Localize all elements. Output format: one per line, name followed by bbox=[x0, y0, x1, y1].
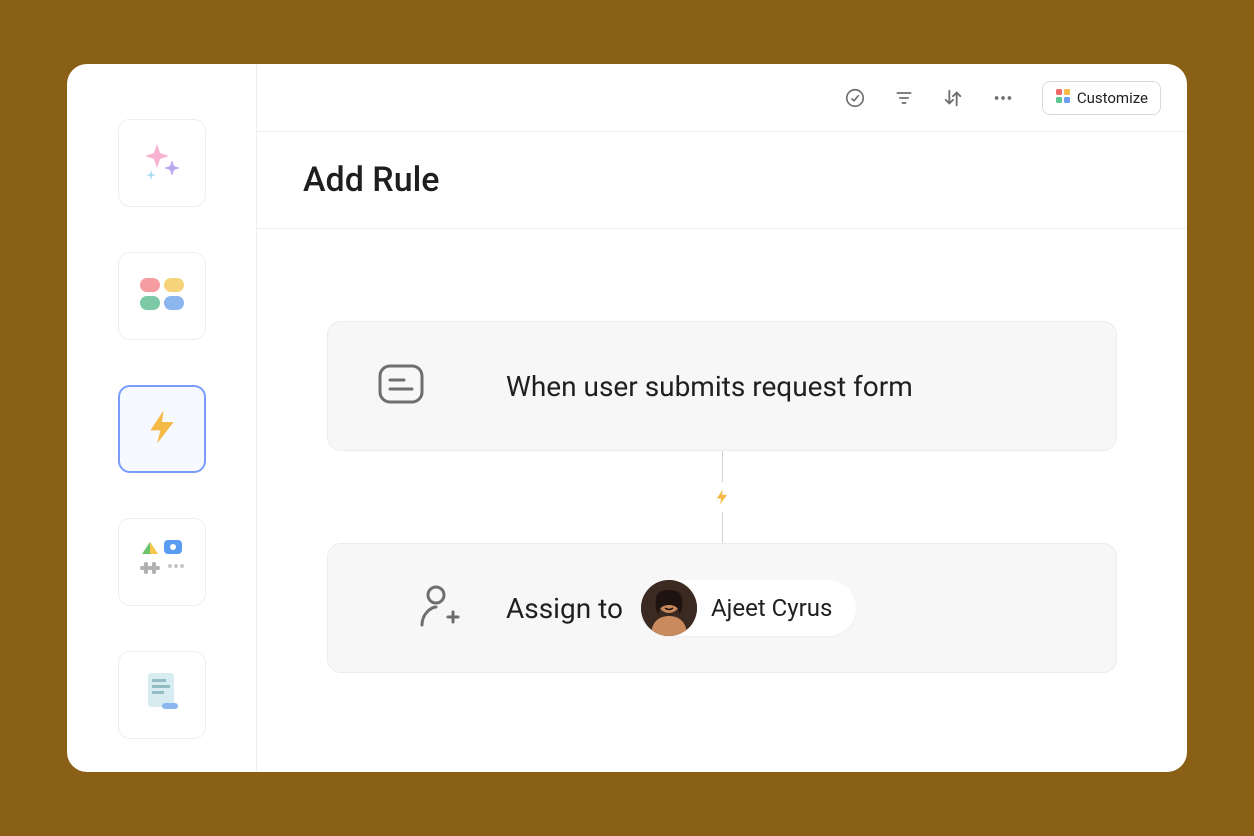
trigger-card[interactable]: When user submits request form bbox=[327, 321, 1117, 451]
sparkle-icon bbox=[139, 138, 185, 188]
main-panel: Customize Add Rule When user submits req… bbox=[257, 64, 1187, 772]
sidebar bbox=[67, 64, 257, 772]
app-window: Customize Add Rule When user submits req… bbox=[67, 64, 1187, 772]
customize-label: Customize bbox=[1077, 89, 1148, 107]
connector bbox=[722, 451, 723, 543]
assignee-avatar bbox=[641, 580, 697, 636]
customize-grid-icon bbox=[1055, 88, 1071, 108]
sort-icon[interactable] bbox=[942, 87, 964, 109]
trigger-text: When user submits request form bbox=[506, 370, 913, 403]
sidebar-item-integrations[interactable] bbox=[118, 518, 206, 606]
action-label: Assign to bbox=[506, 592, 623, 625]
bolt-icon bbox=[142, 403, 182, 455]
sidebar-item-ai[interactable] bbox=[118, 119, 206, 207]
form-icon bbox=[376, 362, 426, 410]
filter-icon[interactable] bbox=[894, 88, 914, 108]
assignee-name: Ajeet Cyrus bbox=[711, 594, 832, 622]
sidebar-item-document[interactable] bbox=[118, 651, 206, 739]
connector-badge bbox=[707, 482, 737, 512]
assign-row: Assign to Ajeet Cyr bbox=[506, 580, 856, 636]
document-icon bbox=[142, 669, 182, 721]
page-header: Add Rule bbox=[257, 132, 1187, 229]
page-title: Add Rule bbox=[303, 160, 1141, 200]
toolbar: Customize bbox=[257, 64, 1187, 132]
rule-canvas: When user submits request form bbox=[257, 229, 1187, 772]
assignee-pill[interactable]: Ajeet Cyrus bbox=[641, 580, 856, 636]
customize-button[interactable]: Customize bbox=[1042, 81, 1161, 115]
sidebar-item-automation[interactable] bbox=[118, 385, 206, 473]
person-add-icon bbox=[418, 583, 460, 633]
action-card[interactable]: Assign to Ajeet Cyr bbox=[327, 543, 1117, 673]
check-circle-icon[interactable] bbox=[844, 87, 866, 109]
sidebar-item-views[interactable] bbox=[118, 252, 206, 340]
more-icon[interactable] bbox=[992, 87, 1014, 109]
color-blocks-icon bbox=[136, 274, 188, 318]
integrations-icon bbox=[136, 538, 188, 586]
